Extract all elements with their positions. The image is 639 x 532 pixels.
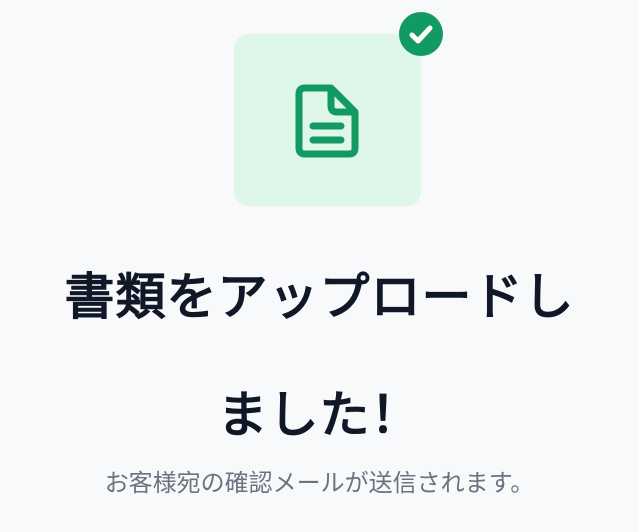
confirmation-message: お客様宛の確認メールが送信されます。: [104, 469, 535, 497]
page-title: 書類をアップロードし ました！: [0, 238, 639, 474]
page-title-line-2: ました！: [217, 386, 422, 444]
document-icon: [295, 84, 359, 158]
page-title-line-1: 書類をアップロードし: [64, 268, 575, 326]
success-badge: [399, 12, 443, 56]
check-icon: [409, 25, 433, 44]
